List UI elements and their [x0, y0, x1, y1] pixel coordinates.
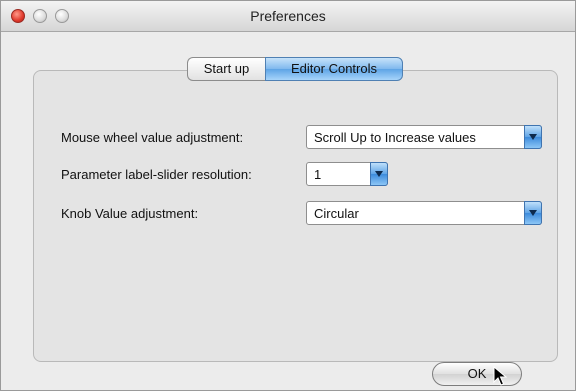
tab-editor-controls[interactable]: Editor Controls: [265, 57, 403, 81]
mouse-wheel-select[interactable]: Scroll Up to Increase values: [306, 125, 542, 149]
knob-value: Circular: [314, 206, 359, 221]
slider-resolution-label: Parameter label-slider resolution:: [61, 167, 252, 182]
knob-label: Knob Value adjustment:: [61, 206, 199, 221]
mouse-wheel-label: Mouse wheel value adjustment:: [61, 130, 244, 145]
chevron-down-icon[interactable]: [524, 125, 542, 149]
preferences-window: Preferences Start up Editor Controls Mou…: [0, 0, 576, 391]
mouse-pointer-icon: [493, 366, 508, 386]
knob-select[interactable]: Circular: [306, 201, 542, 225]
chevron-down-icon[interactable]: [370, 162, 388, 186]
mouse-wheel-value: Scroll Up to Increase values: [314, 130, 476, 145]
tab-bar: Start up Editor Controls: [187, 57, 403, 81]
title-bar[interactable]: Preferences: [1, 1, 575, 32]
tab-start-up[interactable]: Start up: [187, 57, 265, 81]
slider-resolution-select[interactable]: 1: [306, 162, 388, 186]
chevron-down-icon[interactable]: [524, 201, 542, 225]
slider-resolution-value: 1: [314, 167, 322, 182]
window-title: Preferences: [250, 8, 326, 24]
